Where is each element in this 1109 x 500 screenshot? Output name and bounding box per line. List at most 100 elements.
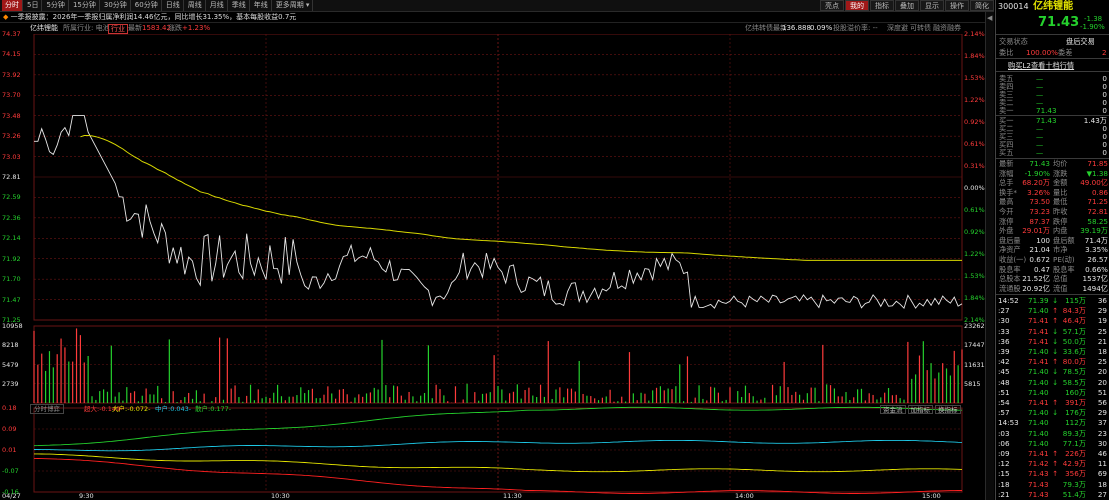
stat-label2-3: 量比 xyxy=(1053,187,1068,197)
tick-row-12: 14:53 71.40 112万 37 xyxy=(996,418,1109,428)
tick-time-4: :36 xyxy=(998,336,1010,346)
stat-label-6: 涨停 xyxy=(999,216,1014,226)
indicator-btn-2[interactable]: 换指标 xyxy=(935,405,961,414)
stat-value-0: 71.43 xyxy=(1029,159,1050,168)
toolbar-btn-2[interactable]: 指标 xyxy=(870,0,894,11)
stock-name: 亿纬锂能 xyxy=(30,24,58,32)
side-scrollbar[interactable]: ◀ xyxy=(985,12,994,500)
tick-price-14: 71.40 xyxy=(1028,438,1049,448)
btn-margin[interactable]: 融资融券 xyxy=(933,23,961,34)
stat-value-4: 73.50 xyxy=(1029,197,1050,207)
tick-price-6: 71.41 xyxy=(1028,357,1049,367)
tab-after-hours[interactable]: 盘后交易 xyxy=(1066,37,1095,47)
toolbar-btn-4[interactable]: 显示 xyxy=(920,0,944,11)
tick-list: 14:52 71.39 ↓ 115万 36:27 71.40 ↑ 84.3万 29:30 71.4… xyxy=(996,295,1109,500)
tick-time-13: :03 xyxy=(998,428,1010,438)
news-text[interactable]: 一季报披露：2026年一季报归属净利润14.46亿元，同比增长31.35%，基本… xyxy=(11,13,297,21)
btn-deep[interactable]: 深度避 xyxy=(887,23,908,34)
tab-period-8[interactable]: 月线 xyxy=(207,0,228,11)
tick-count-1: 29 xyxy=(1097,306,1107,316)
tick-row-10: :54 71.41 ↑ 391万 56 xyxy=(996,398,1109,408)
tick-row-5: :39 71.40 ↓ 33.6万 18 xyxy=(996,347,1109,357)
tick-arrow-6: ↑ xyxy=(1052,357,1059,367)
indicator-title[interactable]: 分时博弈 xyxy=(30,404,64,414)
tick-vol-2: 46.4万 xyxy=(1062,316,1086,326)
stat-label2-7: 内盘 xyxy=(1053,226,1068,236)
stat-value-3: 3.26% xyxy=(1027,187,1050,197)
toolbar-btn-0[interactable]: 亮点 xyxy=(820,0,844,11)
tick-time-14: :06 xyxy=(998,438,1010,448)
stat-value2-8: 71.4万 xyxy=(1084,235,1108,245)
tab-period-0[interactable]: 分时 xyxy=(2,0,23,11)
convertible-pct: 0.09% xyxy=(810,24,833,32)
stat-value2-9: 3.35% xyxy=(1085,245,1108,255)
stat-row-4: 最高 73.50 最低 71.25 xyxy=(996,197,1109,207)
tick-row-1: :27 71.40 ↑ 84.3万 29 xyxy=(996,306,1109,316)
tab-period-11[interactable]: 更多周期 ▾ xyxy=(273,0,314,11)
toolbar-btn-5[interactable]: 操作 xyxy=(945,0,969,11)
tick-count-13: 23 xyxy=(1097,428,1107,438)
tab-period-4[interactable]: 30分钟 xyxy=(101,0,131,11)
tick-time-7: :45 xyxy=(998,367,1010,377)
stat-row-3: 换手* 3.26% 量比 0.86 xyxy=(996,188,1109,198)
tab-period-5[interactable]: 60分钟 xyxy=(132,0,162,11)
stat-value-8: 100 xyxy=(1036,235,1050,245)
stat-value2-2: 49.00亿 xyxy=(1080,178,1108,188)
tick-vol-18: 79.3万 xyxy=(1062,479,1086,489)
tab-period-7[interactable]: 周线 xyxy=(185,0,206,11)
tick-row-18: :18 71.43 79.3万 18 xyxy=(996,480,1109,490)
tab-period-9[interactable]: 季线 xyxy=(229,0,250,11)
toolbar-btn-1[interactable]: 我的 xyxy=(845,0,869,11)
intraday-chart[interactable] xyxy=(0,34,994,500)
period-tabs: 分时 5日 5分钟 15分钟 30分钟 60分钟 日线 周线 月线 季线 年线 更多周期 ▾ 亮点 我的指… xyxy=(0,0,994,12)
tab-period-2[interactable]: 5分钟 xyxy=(43,0,69,11)
collapse-icon[interactable]: ◀ xyxy=(987,14,992,22)
stat-value2-7: 39.19万 xyxy=(1080,226,1108,236)
stat-label-4: 最高 xyxy=(999,197,1014,207)
tick-row-17: :15 71.43 ↑ 356万 69 xyxy=(996,469,1109,479)
side-tabs: 交易状态 盘后交易 xyxy=(996,37,1109,47)
tick-price-5: 71.40 xyxy=(1028,347,1049,356)
tick-time-19: :21 xyxy=(998,489,1010,499)
tick-price-2: 71.41 xyxy=(1028,316,1049,326)
indicator-btn-0[interactable]: 资金流 xyxy=(880,405,906,414)
industry-label: 所属行业: 电池 xyxy=(63,24,110,32)
tick-row-11: :57 71.40 ↓ 176万 29 xyxy=(996,408,1109,418)
tab-period-6[interactable]: 日线 xyxy=(163,0,184,11)
stat-value2-5: 72.81 xyxy=(1087,207,1108,216)
wb-label: 委比 xyxy=(999,48,1014,57)
tick-arrow-3: ↓ xyxy=(1052,326,1059,336)
tick-price-7: 71.40 xyxy=(1028,367,1049,377)
tick-arrow-10: ↑ xyxy=(1052,398,1059,407)
stock-title: 亿纬锂能 xyxy=(1033,1,1074,12)
stat-row-12: 总股本 21.52亿 总值 1537亿 xyxy=(996,274,1109,284)
tick-vol-7: 78.5万 xyxy=(1062,367,1086,377)
quote-price: 71.43 xyxy=(1038,15,1080,30)
tick-price-9: 71.40 xyxy=(1028,387,1049,397)
btn-bond[interactable]: 可转债 xyxy=(910,23,931,34)
tick-arrow-16: ↑ xyxy=(1052,459,1059,469)
news-ticker[interactable]: ◆ 一季报披露：2026年一季报归属净利润14.46亿元，同比增长31.35%，… xyxy=(0,12,994,23)
tick-arrow-15: ↑ xyxy=(1052,449,1059,458)
l2-link[interactable]: 购买L2查看十档行情 xyxy=(996,61,1109,71)
tab-period-3[interactable]: 15分钟 xyxy=(70,0,100,11)
bid-row-4-vol: 0 xyxy=(1102,148,1107,157)
tick-price-15: 71.41 xyxy=(1028,449,1049,458)
tick-arrow-4: ↓ xyxy=(1052,336,1059,346)
tick-count-16: 11 xyxy=(1097,459,1107,469)
tick-vol-16: 42.9万 xyxy=(1062,459,1086,469)
tab-period-10[interactable]: 年线 xyxy=(251,0,272,11)
tick-row-0: 14:52 71.39 ↓ 115万 36 xyxy=(996,296,1109,306)
l2-link-text[interactable]: 购买L2查看十档行情 xyxy=(1008,61,1074,71)
stat-row-2: 总手 68.20万 金额 49.00亿 xyxy=(996,178,1109,188)
tick-vol-10: 391万 xyxy=(1065,398,1086,407)
toolbar-btn-3[interactable]: 叠加 xyxy=(895,0,919,11)
stat-value-6: 87.37 xyxy=(1029,216,1050,226)
toolbar-btn-6[interactable]: 简化 xyxy=(970,0,994,11)
stat-label-9: 净资产 xyxy=(999,245,1021,255)
stat-value2-4: 71.25 xyxy=(1087,197,1108,207)
tab-trade-status[interactable]: 交易状态 xyxy=(999,37,1028,47)
indicator-btn-1[interactable]: 加指标 xyxy=(907,405,933,414)
tab-period-1[interactable]: 5日 xyxy=(24,0,43,11)
industry-tag[interactable]: 行业 xyxy=(108,24,128,34)
